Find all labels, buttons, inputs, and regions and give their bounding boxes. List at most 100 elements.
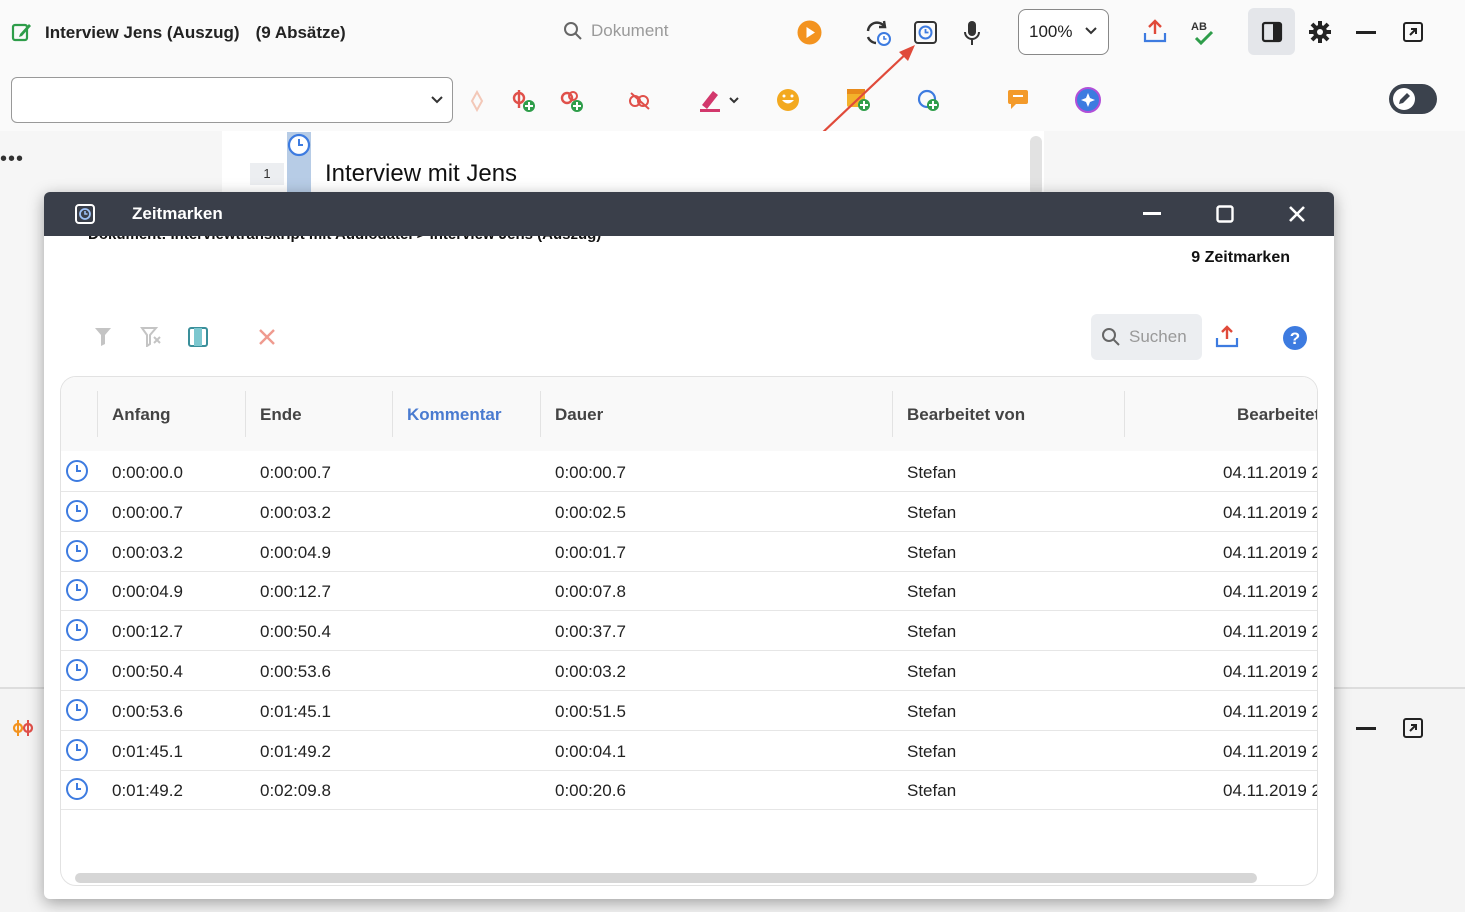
cell-end: 0:01:45.1 [260,701,331,721]
horizontal-scrollbar[interactable] [75,873,1257,883]
cell-start: 0:00:53.6 [112,701,183,721]
table-row[interactable]: 0:01:45.1 0:01:49.2 0:00:04.1 Stefan 04.11.2… [61,731,1318,771]
help-icon[interactable]: ? [1282,325,1308,351]
column-separator[interactable] [245,391,246,437]
column-separator[interactable] [892,391,893,437]
cell-edited: 04.11.2019 2 [1223,741,1318,761]
spellcheck-icon[interactable]: AB [1190,18,1218,46]
column-separator[interactable] [1124,391,1125,437]
export-icon[interactable] [1214,325,1240,349]
clock-icon[interactable] [65,539,89,563]
minimize-icon[interactable] [1356,31,1376,34]
cell-edited-by: Stefan [907,463,957,482]
column-header-comment[interactable]: Kommentar [407,405,501,425]
column-header-duration[interactable]: Dauer [555,405,603,425]
cell-end: 0:02:09.8 [260,781,331,801]
ai-assist-icon[interactable] [1075,87,1101,113]
code-add-icon[interactable] [511,88,537,114]
minimize-icon[interactable] [1356,727,1376,730]
table-row[interactable]: 0:00:12.7 0:00:50.4 0:00:37.7 Stefan 04.11.2… [61,611,1317,652]
cell-edited-by: Stefan [907,542,957,562]
edit-mode-toggle[interactable] [1389,84,1437,114]
cell-start: 0:00:00.0 [112,463,183,482]
microphone-icon[interactable] [963,20,981,46]
cell-end: 0:00:50.4 [260,622,331,642]
code-new-icon[interactable] [559,88,585,114]
columns-icon[interactable] [187,326,209,348]
column-header-end[interactable]: Ende [260,405,302,425]
table-row[interactable]: 0:00:50.4 0:00:53.6 0:00:03.2 Stefan 04.11.2… [61,651,1318,691]
minimize-icon[interactable] [1143,212,1161,215]
column-header-start[interactable]: Anfang [112,405,171,425]
cell-end: 0:01:49.2 [260,741,331,761]
clock-icon[interactable] [65,578,89,602]
breadcrumb-text: Dokument: Interviewtranskript mit Audiod… [88,236,648,245]
code-select[interactable] [11,77,453,123]
undock-icon[interactable] [1402,21,1424,43]
emoji-icon[interactable] [776,88,800,112]
cell-end: 0:00:53.6 [260,662,331,681]
annotation-arrow-icon [819,45,915,136]
emoticode-icon[interactable] [628,89,654,113]
column-separator[interactable] [97,391,98,437]
zoom-value: 100% [1029,22,1073,41]
column-header-edited-by[interactable]: Bearbeitet von [907,405,1025,425]
cell-edited-by: Stefan [907,622,957,642]
clock-icon[interactable] [65,658,89,682]
table-row[interactable]: 0:00:04.9 0:00:12.7 0:00:07.8 Stefan 04.11.2… [61,571,1317,612]
clock-icon[interactable] [65,459,89,483]
cell-edited: 04.11.2019 2 [1223,502,1318,522]
cell-start: 0:00:04.9 [112,582,183,602]
paragraph-number[interactable]: 1 [250,163,284,185]
filter-icon[interactable] [93,325,113,347]
cell-start: 0:00:03.2 [112,542,183,562]
chevron-down-icon[interactable] [728,95,740,105]
column-separator[interactable] [392,391,393,437]
close-icon[interactable] [1288,205,1306,223]
document-search[interactable]: Dokument [563,21,668,41]
comment-icon[interactable] [1006,88,1030,112]
cell-duration: 0:00:07.8 [555,582,626,602]
coded-segments-icon [12,720,34,736]
table-row[interactable]: 0:00:00.0 0:00:00.7 0:00:00.7 Stefan 04.11.2… [61,452,1317,492]
code-pin-icon[interactable] [470,90,484,112]
clock-icon[interactable] [65,618,89,642]
column-header-edited[interactable]: Bearbeitet [1237,405,1317,425]
undock-icon[interactable] [1402,717,1424,739]
cell-edited-by: Stefan [907,701,957,721]
highlighter-icon[interactable] [698,87,726,113]
timestamps-table: Anfang Ende Kommentar Dauer Bearbeitet v… [60,376,1318,886]
cell-duration: 0:00:03.2 [555,662,626,681]
clock-icon[interactable] [65,777,89,801]
clock-icon[interactable] [65,738,89,762]
cell-duration: 0:00:37.7 [555,622,626,642]
more-options-icon[interactable]: ••• [0,148,24,171]
maximize-icon[interactable] [1216,205,1234,223]
dialog-titlebar[interactable]: Zeitmarken [44,192,1334,236]
paragraph-text: Interview mit Jens [325,160,518,187]
filter-remove-icon[interactable] [140,325,162,347]
chevron-down-icon [431,96,443,104]
search-icon [564,22,582,40]
cell-edited: 04.11.2019 2 [1223,662,1318,681]
document-title-text: Interview Jens (Auszug) [45,23,240,42]
export-icon[interactable] [1142,18,1168,44]
table-row[interactable]: 0:00:53.6 0:01:45.1 0:00:51.5 Stefan 04.11.2… [61,691,1317,731]
gear-icon[interactable] [1308,20,1332,44]
delete-icon[interactable] [258,328,276,346]
dialog-search-input[interactable]: Suchen [1091,314,1202,360]
document-scrollbar[interactable] [1030,136,1042,196]
clock-icon[interactable] [65,698,89,722]
sidebar-panel-icon [1261,21,1283,43]
cell-edited-by: Stefan [907,781,957,801]
table-row[interactable]: 0:01:49.2 0:02:09.8 0:00:20.6 Stefan 04.11.2… [61,770,1317,811]
table-row[interactable]: 0:00:03.2 0:00:04.9 0:00:01.7 Stefan 04.11.2… [61,532,1317,572]
dialog-breadcrumb: Dokument: Interviewtranskript mit Audiod… [88,236,648,266]
zoom-select[interactable]: 100% [1018,9,1109,55]
clock-icon[interactable] [287,133,311,157]
panel-toggle-button[interactable] [1248,8,1295,55]
paragraph-count: (9 Absätze) [255,23,346,42]
table-row[interactable]: 0:00:00.7 0:00:03.2 0:00:02.5 Stefan 04.11.2… [61,492,1318,532]
clock-icon[interactable] [65,499,89,523]
column-separator[interactable] [540,391,541,437]
